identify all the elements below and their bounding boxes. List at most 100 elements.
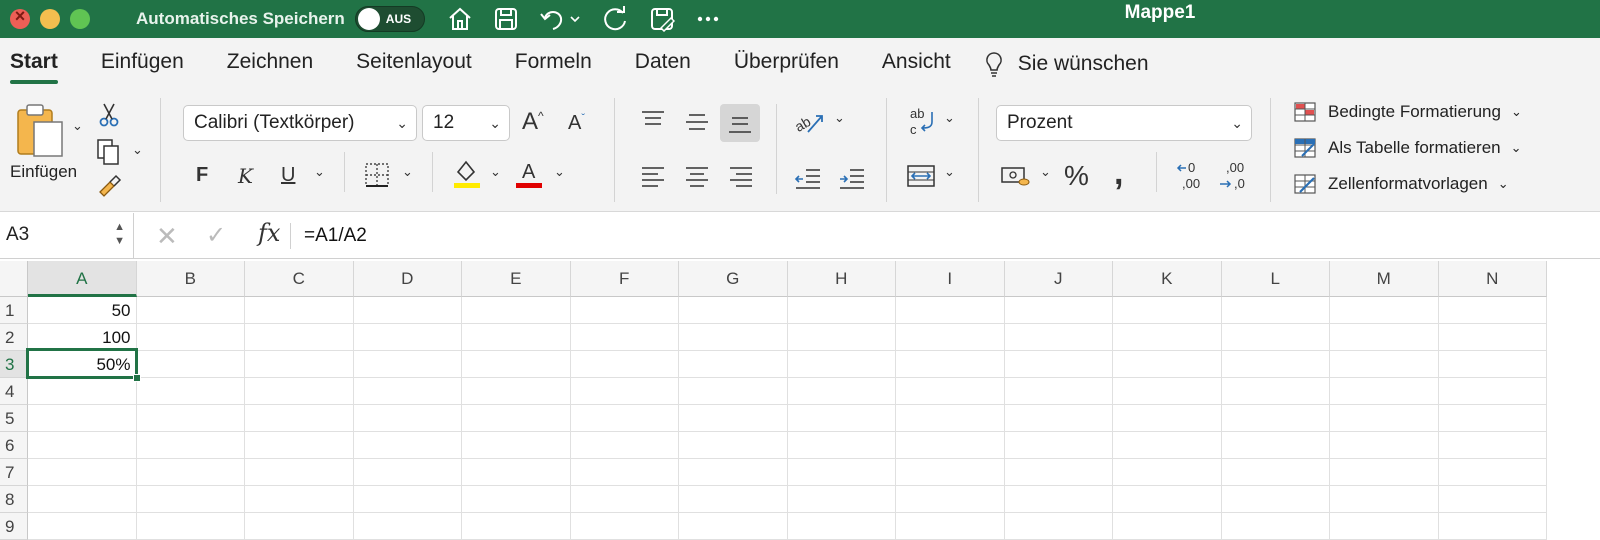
cell-f7[interactable]	[570, 459, 679, 486]
cell-d7[interactable]	[353, 459, 462, 486]
cell-n1[interactable]	[1438, 297, 1547, 324]
cell-e6[interactable]	[462, 432, 571, 459]
cell-k5[interactable]	[1113, 405, 1222, 432]
cell-h8[interactable]	[787, 486, 896, 513]
formula-input[interactable]: =A1/A2	[304, 213, 367, 258]
cell-k2[interactable]	[1113, 324, 1222, 351]
cell-m3[interactable]	[1330, 351, 1439, 378]
borders-icon[interactable]	[364, 162, 390, 188]
cell-i5[interactable]	[896, 405, 1005, 432]
tab-insert[interactable]: Einfügen	[101, 38, 184, 90]
cell-k3[interactable]	[1113, 351, 1222, 378]
cell-l5[interactable]	[1221, 405, 1330, 432]
cell-m9[interactable]	[1330, 513, 1439, 540]
row-header-7[interactable]: 7	[0, 459, 28, 486]
cell-f1[interactable]	[570, 297, 679, 324]
text-orientation-icon[interactable]: ab	[794, 108, 826, 138]
copy-dropdown-icon[interactable]: ⌄	[132, 142, 143, 158]
cell-b3[interactable]	[136, 351, 245, 378]
cell-i3[interactable]	[896, 351, 1005, 378]
cell-c1[interactable]	[245, 297, 354, 324]
cell-c7[interactable]	[245, 459, 354, 486]
cell-g2[interactable]	[679, 324, 788, 351]
cell-g1[interactable]	[679, 297, 788, 324]
minimize-window-button[interactable]	[40, 9, 60, 29]
cell-h5[interactable]	[787, 405, 896, 432]
cell-a4[interactable]	[28, 378, 137, 405]
column-header-f[interactable]: F	[570, 261, 679, 297]
cell-f4[interactable]	[570, 378, 679, 405]
decrease-indent-icon[interactable]	[794, 168, 822, 190]
font-color-dropdown-icon[interactable]: ⌄	[554, 164, 565, 180]
cell-g4[interactable]	[679, 378, 788, 405]
cell-b1[interactable]	[136, 297, 245, 324]
font-name-dropdown[interactable]: Calibri (Textkörper) ⌄	[183, 105, 417, 141]
cell-j8[interactable]	[1004, 486, 1113, 513]
close-window-button[interactable]	[10, 6, 30, 29]
cell-m1[interactable]	[1330, 297, 1439, 324]
cell-l2[interactable]	[1221, 324, 1330, 351]
cell-n2[interactable]	[1438, 324, 1547, 351]
cell-c6[interactable]	[245, 432, 354, 459]
cell-a2[interactable]: 100	[28, 324, 137, 351]
name-box[interactable]: A3 ▲ ▼	[0, 213, 134, 258]
cell-l1[interactable]	[1221, 297, 1330, 324]
cell-c5[interactable]	[245, 405, 354, 432]
cell-b6[interactable]	[136, 432, 245, 459]
cell-e4[interactable]	[462, 378, 571, 405]
tab-data[interactable]: Daten	[635, 38, 691, 90]
save-icon[interactable]	[493, 6, 519, 32]
row-header-8[interactable]: 8	[0, 486, 28, 513]
cell-i9[interactable]	[896, 513, 1005, 540]
paste-dropdown-icon[interactable]: ⌄	[72, 118, 83, 134]
wrap-text-icon[interactable]: abc	[908, 106, 938, 138]
align-right-icon[interactable]	[728, 166, 754, 188]
column-header-b[interactable]: B	[136, 261, 245, 297]
cell-j4[interactable]	[1004, 378, 1113, 405]
cell-h7[interactable]	[787, 459, 896, 486]
cell-e9[interactable]	[462, 513, 571, 540]
cell-f2[interactable]	[570, 324, 679, 351]
cell-c9[interactable]	[245, 513, 354, 540]
cell-g8[interactable]	[679, 486, 788, 513]
cell-n7[interactable]	[1438, 459, 1547, 486]
align-center-icon[interactable]	[684, 166, 710, 188]
cell-i2[interactable]	[896, 324, 1005, 351]
cell-m8[interactable]	[1330, 486, 1439, 513]
zoom-window-button[interactable]	[70, 9, 90, 29]
cell-l9[interactable]	[1221, 513, 1330, 540]
tab-draw[interactable]: Zeichnen	[227, 38, 313, 90]
align-left-icon[interactable]	[640, 166, 666, 188]
paste-icon[interactable]	[14, 102, 66, 158]
cell-h6[interactable]	[787, 432, 896, 459]
row-header-6[interactable]: 6	[0, 432, 28, 459]
cell-d1[interactable]	[353, 297, 462, 324]
cell-n5[interactable]	[1438, 405, 1547, 432]
cell-j9[interactable]	[1004, 513, 1113, 540]
select-all-corner[interactable]	[0, 261, 28, 297]
borders-dropdown-icon[interactable]: ⌄	[402, 164, 413, 180]
cell-d9[interactable]	[353, 513, 462, 540]
cell-e2[interactable]	[462, 324, 571, 351]
cell-n4[interactable]	[1438, 378, 1547, 405]
cell-d5[interactable]	[353, 405, 462, 432]
comma-style-button[interactable]: ,	[1114, 154, 1123, 193]
cell-a9[interactable]	[28, 513, 137, 540]
redo-icon[interactable]	[601, 5, 629, 33]
cell-d2[interactable]	[353, 324, 462, 351]
cell-a8[interactable]	[28, 486, 137, 513]
cell-i6[interactable]	[896, 432, 1005, 459]
fill-color-dropdown-icon[interactable]: ⌄	[490, 164, 501, 180]
cell-styles-button[interactable]: Zellenformatvorlagen ⌄	[1294, 174, 1509, 194]
cell-c4[interactable]	[245, 378, 354, 405]
cell-j3[interactable]	[1004, 351, 1113, 378]
column-header-d[interactable]: D	[353, 261, 462, 297]
increase-indent-icon[interactable]	[838, 168, 866, 190]
align-middle-icon[interactable]	[684, 112, 710, 132]
cell-l8[interactable]	[1221, 486, 1330, 513]
confirm-entry-icon[interactable]: ✓	[206, 221, 226, 250]
cell-f3[interactable]	[570, 351, 679, 378]
cell-i8[interactable]	[896, 486, 1005, 513]
autosave-toggle[interactable]: AUS	[354, 6, 425, 32]
cell-b7[interactable]	[136, 459, 245, 486]
